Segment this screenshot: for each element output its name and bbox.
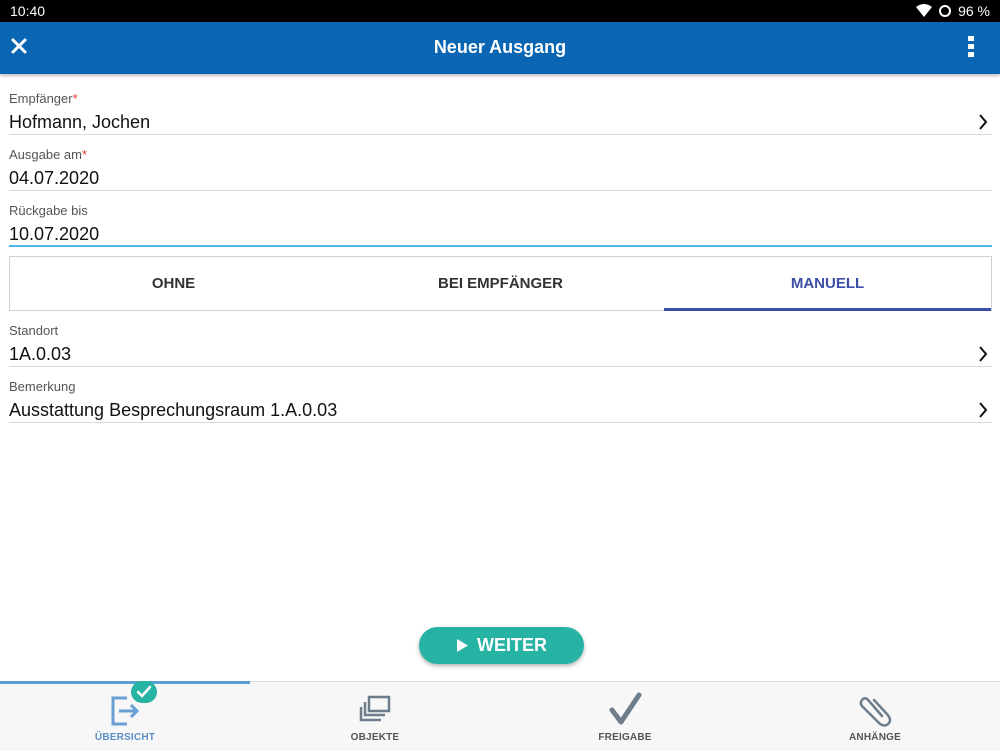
chevron-right-icon <box>979 402 988 418</box>
page-title: Neuer Ausgang <box>433 37 567 57</box>
paperclip-icon <box>859 697 892 727</box>
remark-label: Bemerkung <box>9 379 76 394</box>
segment-option-bei-empfaenger[interactable]: BEI EMPFÄNGER <box>337 257 664 310</box>
status-bar: 10:40 96 % <box>0 0 1000 22</box>
return-date-value: 10.07.2020 <box>9 224 100 244</box>
location-value: 1A.0.03 <box>9 344 72 364</box>
issue-date-value: 04.07.2020 <box>9 168 100 188</box>
play-icon <box>457 639 468 652</box>
return-date-field[interactable]: Rückgabe bis 10.07.2020 <box>9 190 992 247</box>
app-bar: Neuer Ausgang <box>0 22 1000 74</box>
remark-value: Ausstattung Besprechungsraum 1.A.0.03 <box>9 400 338 420</box>
return-date-label: Rückgabe bis <box>9 203 88 218</box>
more-vert-icon[interactable] <box>966 34 976 60</box>
chevron-right-icon <box>979 114 988 130</box>
segment-option-manuell[interactable]: MANUELL <box>664 257 991 311</box>
nav-label-anhaenge: ANHÄNGE <box>849 732 901 743</box>
segment-option-ohne[interactable]: OHNE <box>10 257 337 310</box>
recipient-field[interactable]: Empfänger* Hofmann, Jochen <box>9 78 992 135</box>
continue-button[interactable]: WEITER <box>419 627 584 664</box>
location-field[interactable]: Standort 1A.0.03 <box>9 310 992 367</box>
check-badge-icon <box>136 685 152 698</box>
wifi-icon <box>916 4 933 17</box>
recipient-value: Hofmann, Jochen <box>9 112 151 132</box>
recipient-label: Empfänger* <box>9 91 78 106</box>
battery-level: 96 % <box>958 3 990 19</box>
nav-label-objekte: OBJEKTE <box>350 732 400 743</box>
issue-date-label: Ausgabe am* <box>9 147 88 162</box>
nav-label-freigabe: FREIGABE <box>598 732 652 743</box>
status-time: 10:40 <box>10 3 46 19</box>
status-icons: 96 % <box>916 3 990 19</box>
nav-item-anhaenge[interactable]: ANHÄNGE <box>750 682 1000 751</box>
battery-ring-icon <box>939 5 952 17</box>
continue-label: WEITER <box>477 635 547 655</box>
nav-label-uebersicht: ÜBERSICHT <box>94 732 156 743</box>
return-mode-segment: OHNE BEI EMPFÄNGER MANUELL <box>9 256 992 311</box>
completed-badge <box>131 681 157 703</box>
checkmark-icon <box>609 692 642 725</box>
stack-icon <box>359 695 391 722</box>
chevron-right-icon <box>979 346 988 362</box>
nav-item-objekte[interactable]: OBJEKTE <box>250 682 500 751</box>
remark-field[interactable]: Bemerkung Ausstattung Besprechungsraum 1… <box>9 366 992 423</box>
nav-item-uebersicht[interactable]: ÜBERSICHT <box>0 682 250 751</box>
nav-item-freigabe[interactable]: FREIGABE <box>500 682 750 751</box>
location-label: Standort <box>9 323 59 338</box>
issue-date-field[interactable]: Ausgabe am* 04.07.2020 <box>9 134 992 191</box>
